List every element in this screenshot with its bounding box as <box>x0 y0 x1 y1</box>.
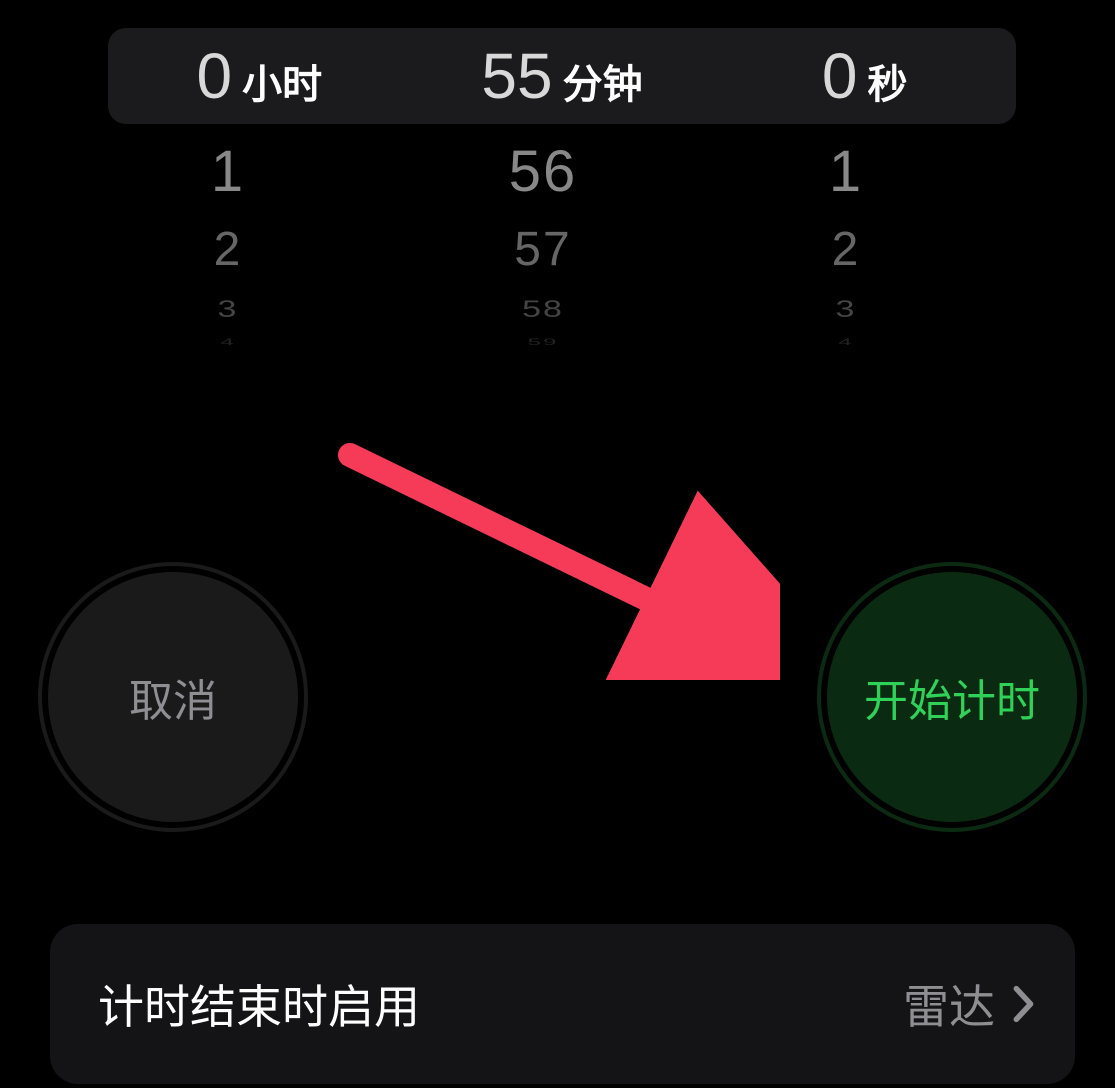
picker-minutes-option: 58 <box>408 296 708 323</box>
picker-minutes-option: 59 <box>408 336 708 347</box>
picker-minutes-option: 56 <box>408 138 708 205</box>
start-timer-button-label: 开始计时 <box>864 665 1040 729</box>
cancel-button-label: 取消 <box>129 665 217 729</box>
picker-minutes-value: 55 <box>481 44 552 108</box>
timer-end-sound-label: 计时结束时启用 <box>98 971 420 1037</box>
picker-minutes-selected[interactable]: 55 分钟 <box>411 44 714 108</box>
picker-seconds-option: 1 <box>716 138 1016 205</box>
timer-end-sound-value: 雷达 <box>903 971 995 1037</box>
picker-hours-value: 0 <box>197 44 233 108</box>
cancel-button[interactable]: 取消 <box>48 572 298 822</box>
picker-minutes-unit: 分钟 <box>563 65 643 105</box>
timer-end-sound-row[interactable]: 计时结束时启用 雷达 <box>50 924 1075 1084</box>
picker-seconds-unit: 秒 <box>867 65 907 105</box>
picker-hours-selected[interactable]: 0 小时 <box>108 44 411 108</box>
picker-seconds-option: 2 <box>716 222 1016 277</box>
time-picker-selected-row[interactable]: 0 小时 55 分钟 0 秒 <box>108 28 1016 124</box>
picker-seconds-option: 3 <box>716 296 1016 323</box>
picker-seconds-value: 0 <box>822 44 858 108</box>
picker-hours-option: 2 <box>108 222 408 277</box>
picker-hours-option: 3 <box>108 296 408 323</box>
picker-hours-option: 4 <box>108 336 408 347</box>
picker-hours-option: 1 <box>108 138 408 205</box>
picker-hours-unit: 小时 <box>242 65 322 105</box>
picker-seconds-selected[interactable]: 0 秒 <box>713 44 1016 108</box>
annotation-arrow-icon <box>330 440 780 680</box>
picker-seconds-option: 4 <box>716 336 1016 347</box>
picker-minutes-option: 57 <box>408 222 708 277</box>
chevron-right-icon <box>1013 985 1035 1023</box>
start-timer-button[interactable]: 开始计时 <box>827 572 1077 822</box>
